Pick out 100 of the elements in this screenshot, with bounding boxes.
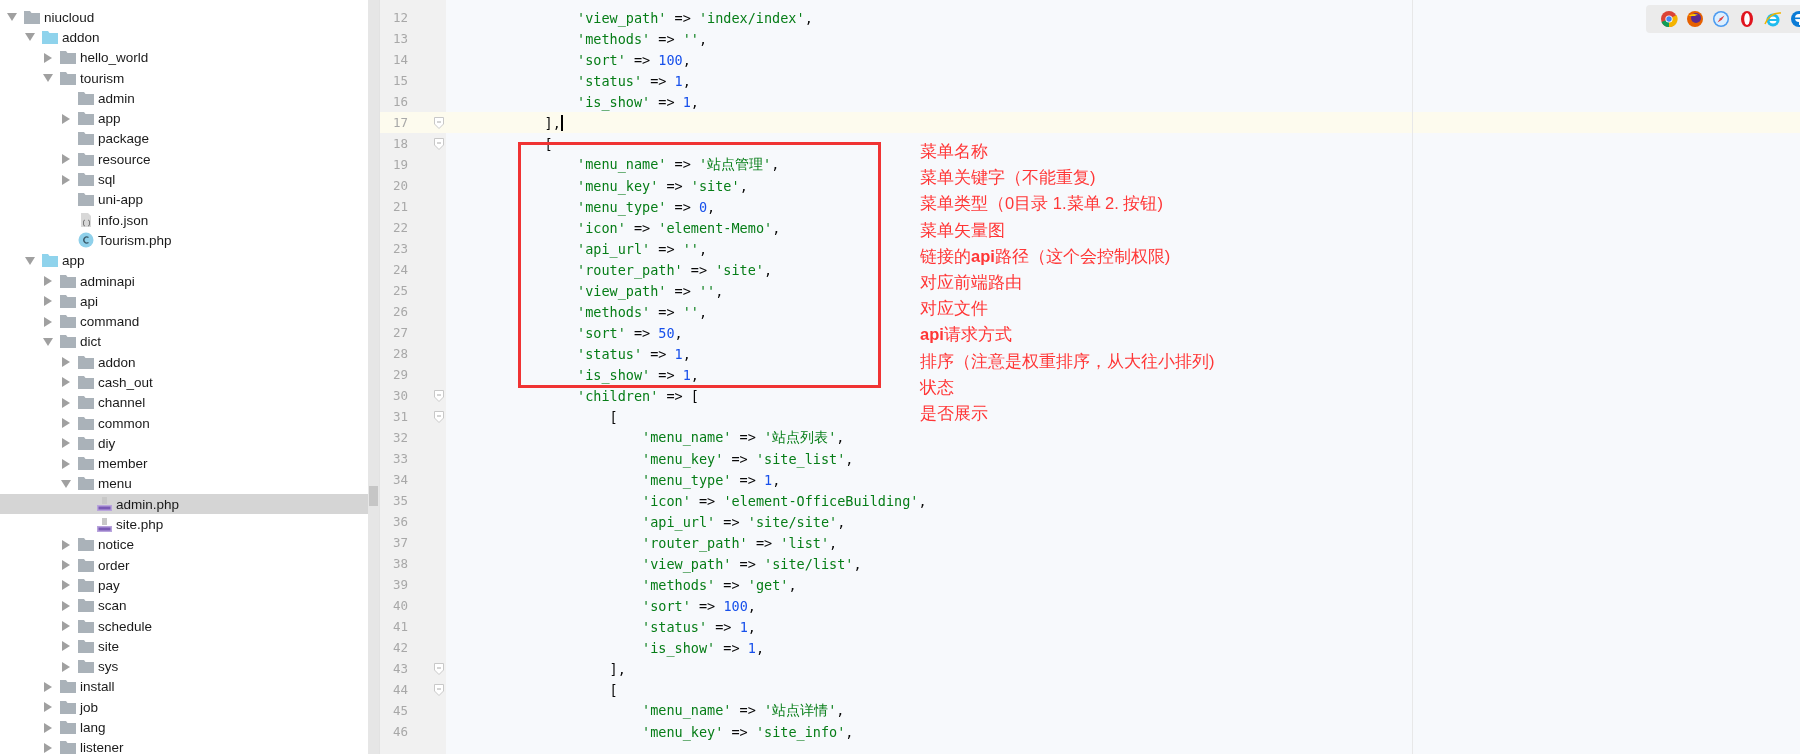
fold-icon[interactable] bbox=[434, 410, 444, 423]
tree-item[interactable]: member bbox=[0, 453, 368, 474]
tree-item[interactable]: lang bbox=[0, 717, 368, 738]
collapsed-arrow-icon[interactable] bbox=[60, 396, 72, 409]
line-number: 44 bbox=[391, 680, 409, 699]
folder-icon bbox=[78, 660, 94, 674]
tree-item[interactable]: Tourism.php bbox=[0, 230, 368, 251]
browser-icon[interactable] bbox=[1660, 10, 1678, 28]
collapsed-arrow-icon[interactable] bbox=[60, 620, 72, 633]
collapsed-arrow-icon[interactable] bbox=[42, 741, 54, 754]
tree-item[interactable]: admin bbox=[0, 88, 368, 109]
folder-icon bbox=[78, 578, 94, 592]
collapsed-arrow-icon[interactable] bbox=[60, 640, 72, 653]
collapsed-arrow-icon[interactable] bbox=[60, 153, 72, 166]
tree-item[interactable]: api bbox=[0, 291, 368, 312]
folder-icon bbox=[60, 274, 76, 288]
collapsed-arrow-icon[interactable] bbox=[42, 315, 54, 328]
tree-item[interactable]: addon bbox=[0, 27, 368, 48]
annotation-text: 状态 bbox=[920, 376, 955, 398]
line-number: 13 bbox=[391, 29, 409, 48]
code-text: 'menu_name' => '站点详情', bbox=[641, 701, 845, 720]
folder-icon bbox=[78, 173, 94, 186]
collapsed-arrow-icon[interactable] bbox=[60, 417, 72, 430]
fold-icon[interactable] bbox=[434, 662, 444, 675]
collapsed-arrow-icon[interactable] bbox=[42, 721, 54, 734]
collapsed-arrow-icon[interactable] bbox=[60, 437, 72, 450]
code-text: 'icon' => 'element-OfficeBuilding', bbox=[641, 492, 927, 509]
tree-item[interactable]: menu bbox=[0, 473, 368, 495]
collapsed-arrow-icon[interactable] bbox=[60, 376, 72, 389]
expanded-arrow-icon[interactable] bbox=[24, 254, 36, 267]
tree-item[interactable]: uni-app bbox=[0, 189, 368, 210]
code-text: 'menu_type' => 0, bbox=[576, 198, 716, 215]
line-number: 45 bbox=[391, 701, 409, 720]
expanded-arrow-icon[interactable] bbox=[42, 335, 54, 348]
collapsed-arrow-icon[interactable] bbox=[42, 680, 54, 693]
folder-icon bbox=[78, 91, 94, 105]
collapsed-arrow-icon[interactable] bbox=[60, 559, 72, 572]
tree-item[interactable]: niucloud bbox=[0, 7, 368, 28]
tree-item[interactable]: channel bbox=[0, 392, 368, 413]
tree-item[interactable]: resource bbox=[0, 149, 368, 170]
tree-item[interactable]: schedule bbox=[0, 615, 368, 637]
tree-item[interactable]: dict bbox=[0, 331, 368, 353]
collapsed-arrow-icon[interactable] bbox=[42, 275, 54, 287]
tree-item[interactable]: job bbox=[0, 697, 368, 718]
collapsed-arrow-icon[interactable] bbox=[42, 51, 54, 64]
tree-item[interactable]: tourism bbox=[0, 67, 368, 89]
line-number: 20 bbox=[391, 176, 409, 195]
tree-item[interactable]: package bbox=[0, 128, 368, 150]
tree-item[interactable]: sql bbox=[0, 169, 368, 190]
scrollbar-thumb[interactable] bbox=[369, 486, 378, 506]
tree-item[interactable]: hello_world bbox=[0, 47, 368, 68]
tree-item[interactable]: scan bbox=[0, 595, 368, 616]
collapsed-arrow-icon[interactable] bbox=[42, 295, 54, 308]
collapsed-arrow-icon[interactable] bbox=[60, 112, 72, 125]
tree-item[interactable]: site.php bbox=[0, 514, 368, 535]
tree-item[interactable]: sys bbox=[0, 656, 368, 677]
line-number: 15 bbox=[391, 71, 409, 90]
fold-icon[interactable] bbox=[434, 683, 444, 696]
collapsed-arrow-icon[interactable] bbox=[60, 599, 72, 612]
folder-icon bbox=[60, 741, 76, 754]
tree-item[interactable]: notice bbox=[0, 534, 368, 555]
compass-icon[interactable] bbox=[1712, 10, 1730, 28]
tree-item[interactable]: common bbox=[0, 412, 368, 434]
fold-icon[interactable] bbox=[434, 137, 444, 150]
annotation-text: 菜单名称 bbox=[920, 141, 989, 162]
collapsed-arrow-icon[interactable] bbox=[60, 579, 72, 592]
tree-item[interactable]: listener bbox=[0, 737, 368, 754]
folder-icon bbox=[24, 10, 40, 24]
line-number: 26 bbox=[391, 302, 409, 321]
annotation-text: 排序（注意是权重排序，从大往小排列) bbox=[920, 350, 1215, 372]
php-file-icon bbox=[96, 496, 112, 513]
tree-item[interactable]: site bbox=[0, 636, 368, 657]
tree-item[interactable]: app bbox=[0, 250, 368, 271]
tree-item[interactable]: cash_out bbox=[0, 372, 368, 393]
tree-item[interactable]: install bbox=[0, 676, 368, 698]
tree-item[interactable]: command bbox=[0, 311, 368, 332]
tree-item[interactable]: info.json bbox=[0, 209, 368, 231]
browser-icon[interactable] bbox=[1686, 10, 1704, 28]
collapsed-arrow-icon[interactable] bbox=[60, 356, 72, 369]
collapsed-arrow-icon[interactable] bbox=[60, 538, 72, 551]
expanded-arrow-icon[interactable] bbox=[60, 477, 72, 490]
collapsed-arrow-icon[interactable] bbox=[60, 173, 72, 186]
tree-item[interactable]: addon bbox=[0, 352, 368, 373]
collapsed-arrow-icon[interactable] bbox=[60, 457, 72, 470]
fold-icon[interactable] bbox=[434, 116, 444, 129]
collapsed-arrow-icon[interactable] bbox=[60, 660, 72, 673]
file-icon bbox=[78, 212, 94, 229]
tree-item[interactable]: order bbox=[0, 555, 368, 576]
fold-icon[interactable] bbox=[434, 389, 444, 402]
ring-icon[interactable] bbox=[1738, 10, 1756, 28]
line-number: 16 bbox=[391, 92, 409, 111]
tree-item[interactable]: diy bbox=[0, 433, 368, 454]
code-text: 'children' => [ bbox=[576, 387, 699, 404]
tree-item[interactable]: pay bbox=[0, 575, 368, 596]
collapsed-arrow-icon[interactable] bbox=[42, 701, 54, 714]
tree-item[interactable]: app bbox=[0, 108, 368, 129]
tree-item[interactable]: adminapi bbox=[0, 270, 368, 292]
code-text: 'status' => 1, bbox=[641, 618, 756, 635]
line-number: 34 bbox=[391, 470, 409, 489]
tree-item[interactable]: admin.php bbox=[0, 494, 368, 515]
